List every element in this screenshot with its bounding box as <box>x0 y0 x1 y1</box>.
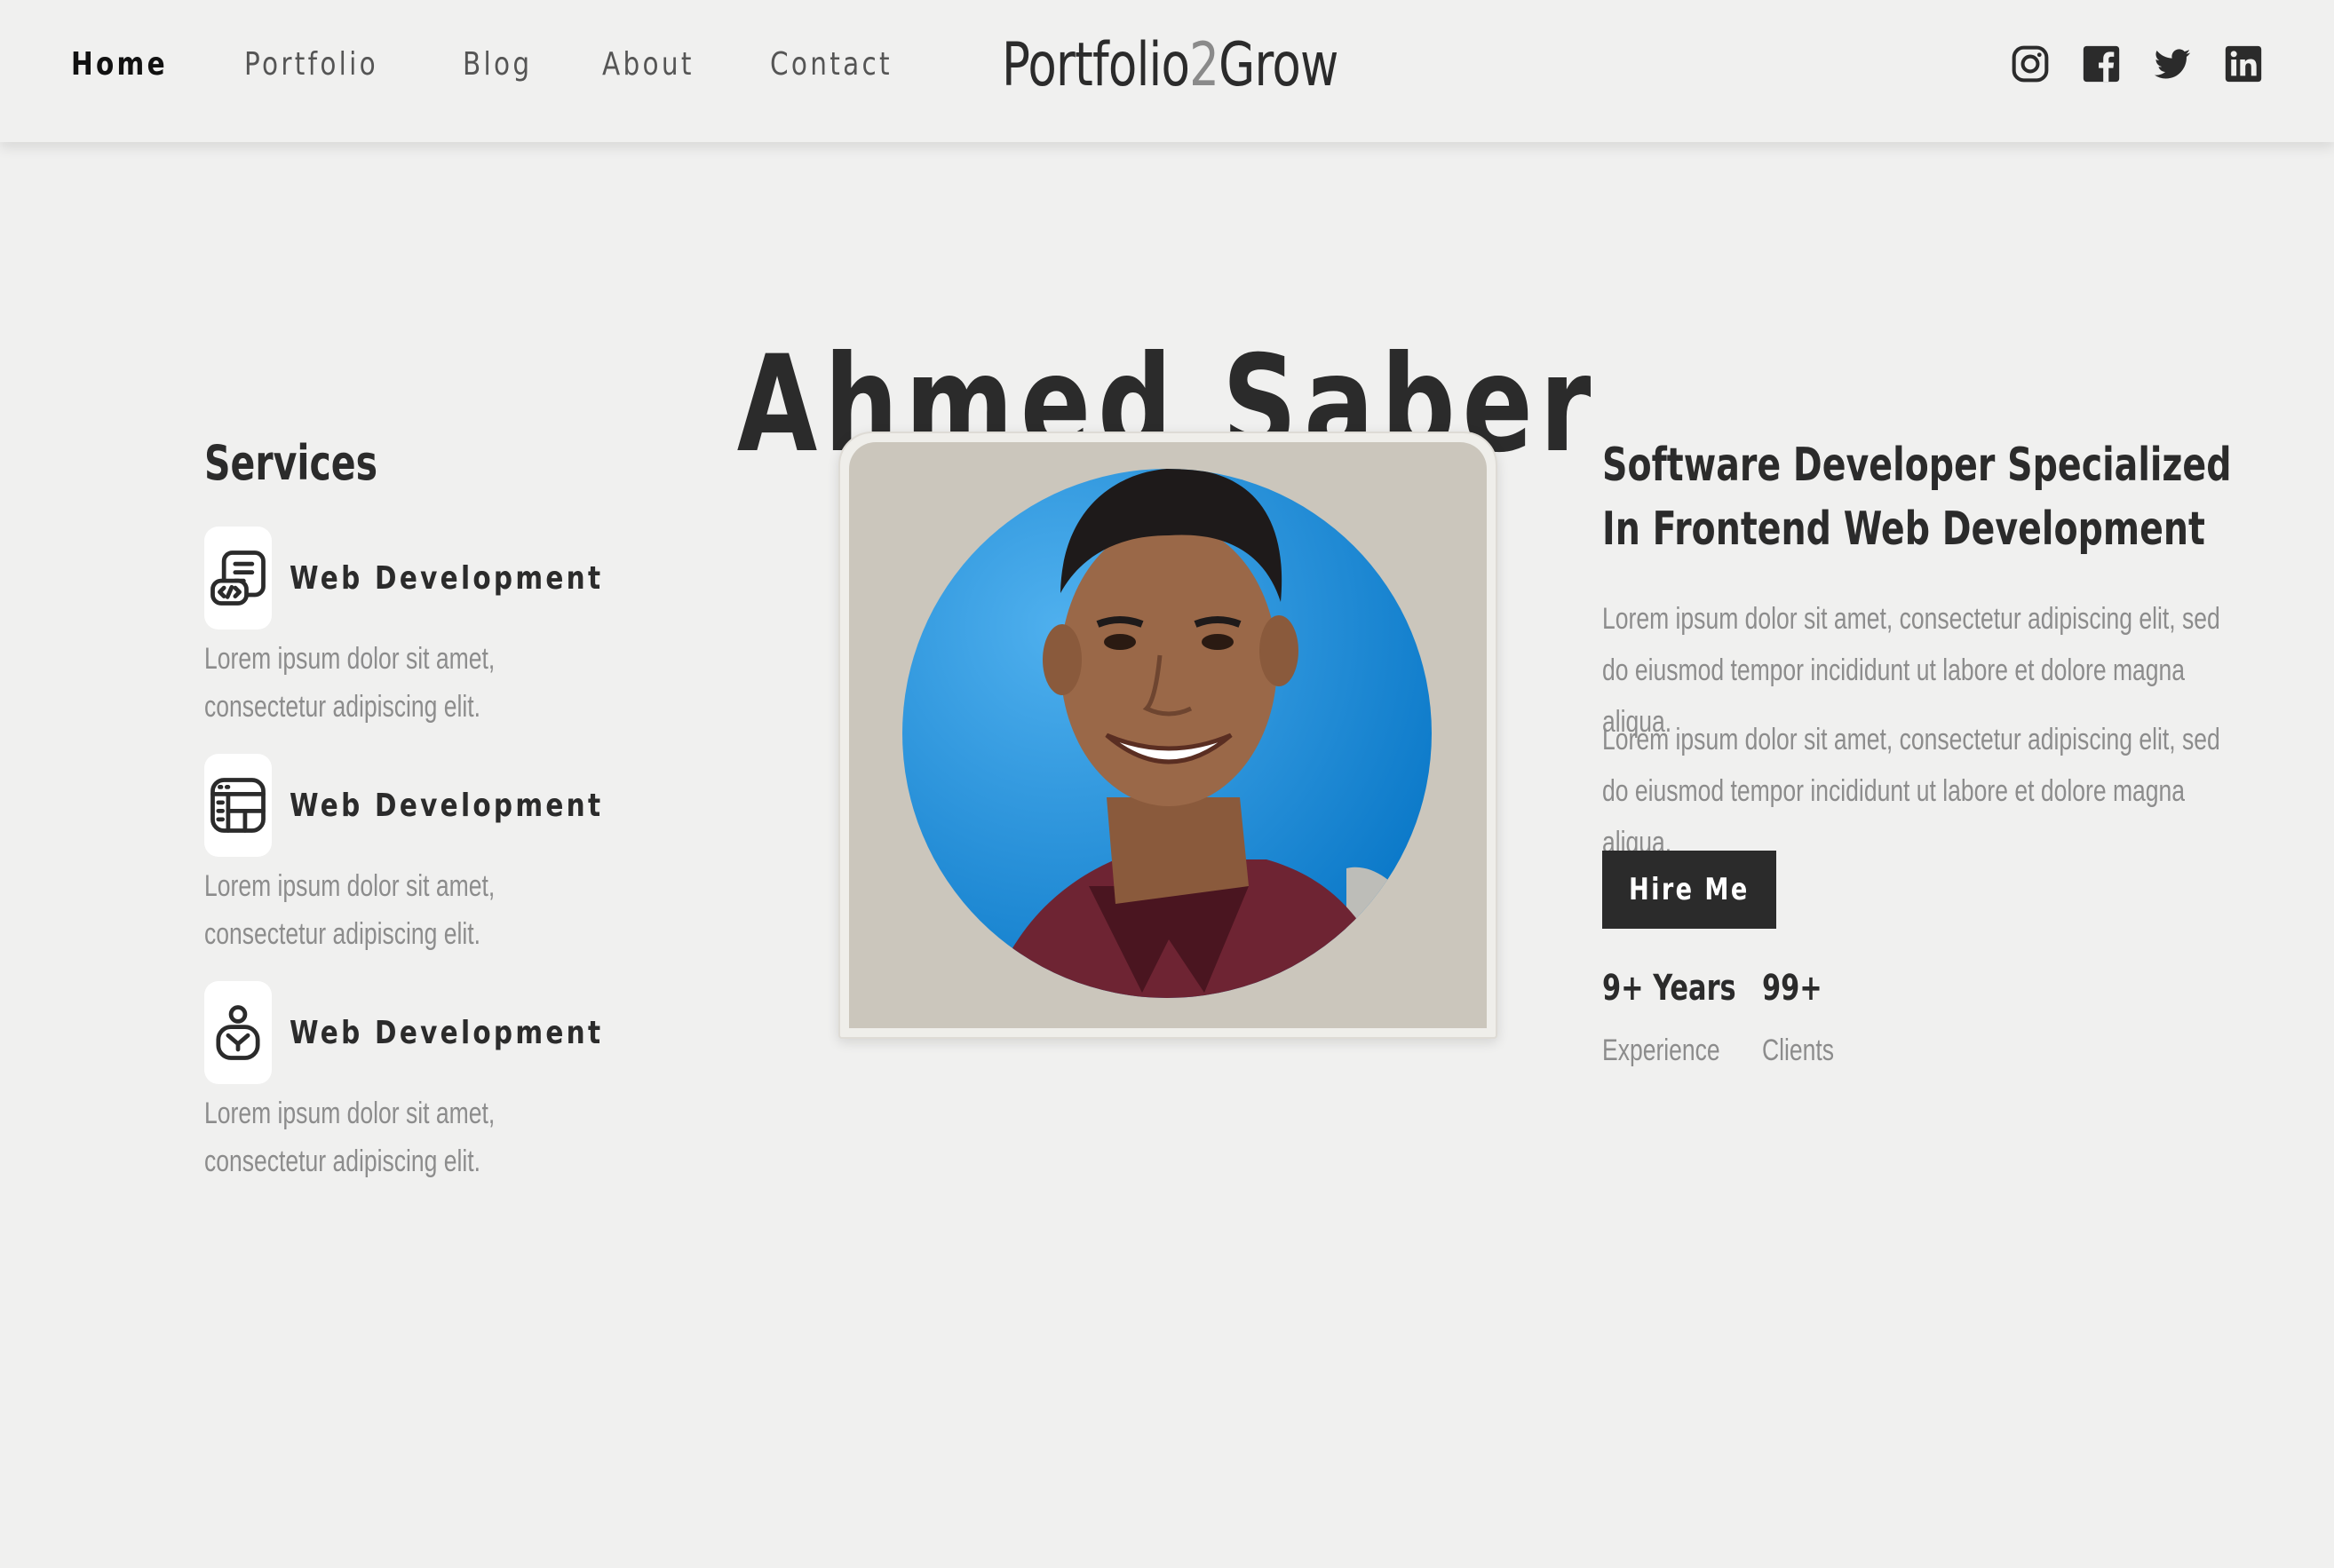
stat-value: 99+ <box>1762 968 1822 1009</box>
about-section: Software Developer Specialized In Fronte… <box>1602 433 2242 1067</box>
user-badge-icon <box>204 981 272 1084</box>
code-document-icon <box>204 527 272 630</box>
nav-blog-link[interactable]: Blog <box>463 46 532 83</box>
service-description: Lorem ipsum dolor sit amet, consectetur … <box>204 1097 496 1178</box>
twitter-icon[interactable] <box>2153 44 2192 83</box>
facebook-icon[interactable] <box>2082 44 2121 83</box>
hire-me-button[interactable]: Hire Me <box>1602 851 1776 929</box>
nav-portfolio-link[interactable]: Portfolio <box>244 46 378 83</box>
service-item: Web Development Lorem ipsum dolor sit am… <box>204 527 666 731</box>
service-item: Web Development Lorem ipsum dolor sit am… <box>204 981 666 1185</box>
service-item: Web Development Lorem ipsum dolor sit am… <box>204 754 666 958</box>
stat-label: Clients <box>1762 1033 1835 1067</box>
hire-me-label: Hire Me <box>1629 872 1750 907</box>
portrait-frame <box>838 432 1497 1039</box>
layout-grid-icon <box>204 754 272 857</box>
service-title: Web Development <box>290 1014 604 1051</box>
site-header: Home Portfolio Blog About Contact Portfo… <box>0 0 2334 142</box>
stat-value: 9+ Years <box>1602 968 1736 1009</box>
service-description: Lorem ipsum dolor sit amet, consectetur … <box>204 869 496 951</box>
service-description: Lorem ipsum dolor sit amet, consectetur … <box>204 642 496 724</box>
service-title: Web Development <box>290 559 604 597</box>
stat-clients: 99+ Clients <box>1762 968 1886 1068</box>
profile-photo <box>849 442 1487 1028</box>
instagram-icon[interactable] <box>2011 44 2050 83</box>
about-paragraph: Lorem ipsum dolor sit amet, consectetur … <box>1602 723 2220 859</box>
services-section: Services Web Development Lorem ipsum dol… <box>204 435 666 1208</box>
site-logo[interactable]: Portfolio2Grow <box>1002 30 1338 100</box>
logo-text-1: Portfolio <box>1002 30 1190 100</box>
service-title: Web Development <box>290 787 604 824</box>
stat-experience: 9+ Years Experience <box>1602 968 1736 1068</box>
nav-contact-link[interactable]: Contact <box>770 46 893 83</box>
services-heading: Services <box>204 435 378 491</box>
about-headline: Software Developer Specialized In Fronte… <box>1602 439 2232 556</box>
stat-label: Experience <box>1602 1033 1720 1067</box>
linkedin-icon[interactable] <box>2224 44 2263 83</box>
logo-accent: 2 <box>1189 30 1219 100</box>
nav-home-link[interactable]: Home <box>71 46 168 83</box>
social-links <box>2011 44 2263 83</box>
main-nav: Home Portfolio Blog About Contact <box>71 46 919 83</box>
stats: 9+ Years Experience 99+ Clients <box>1602 968 1886 1068</box>
nav-about-link[interactable]: About <box>602 46 695 83</box>
logo-text-2: Grow <box>1219 30 1338 100</box>
